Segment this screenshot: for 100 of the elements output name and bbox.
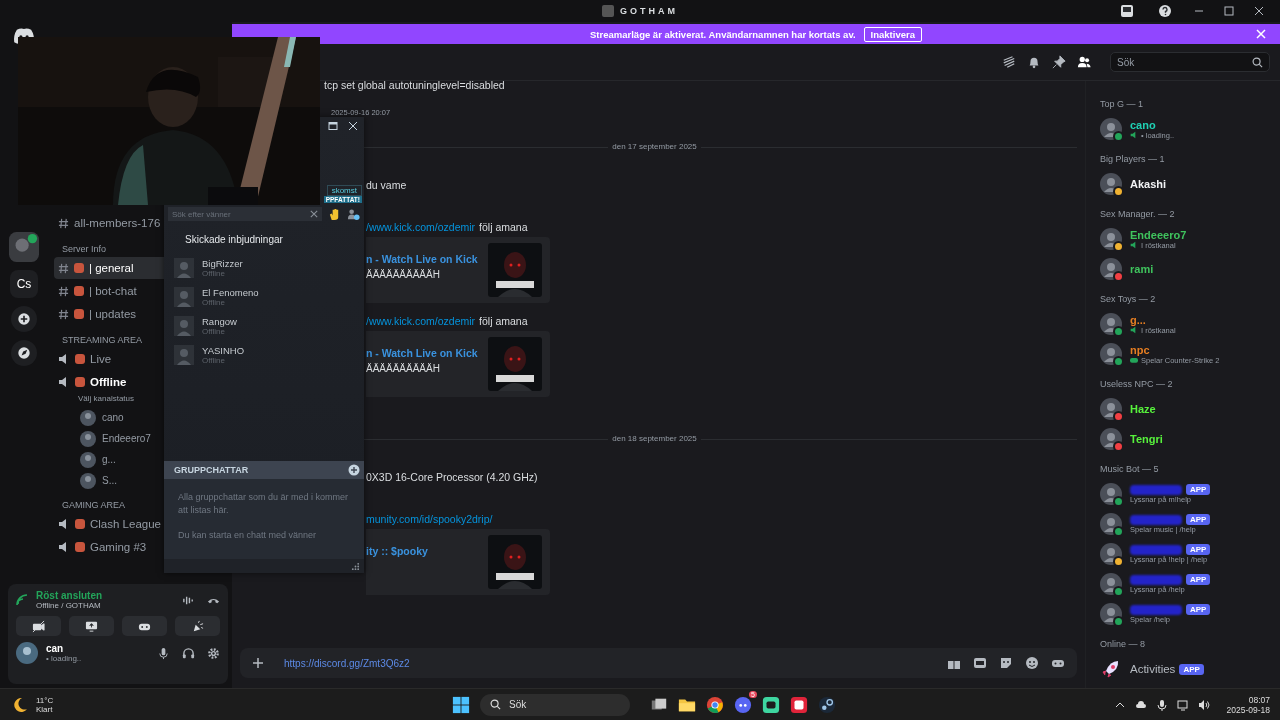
close-icon[interactable]	[1254, 6, 1264, 16]
window-title: GOTHAM	[620, 6, 678, 16]
message-link[interactable]: /www.kick.com/ozdemir	[366, 315, 476, 327]
members-icon[interactable]	[1077, 55, 1091, 69]
section-header[interactable]: Skickade inbjudningar	[164, 221, 364, 253]
voice-status[interactable]: Röst ansluten	[36, 590, 170, 601]
screen-share-icon	[85, 619, 98, 633]
member-group-header: Sex Toys — 2	[1100, 294, 1157, 304]
screen-share-button[interactable]	[69, 616, 114, 636]
signal-icon	[16, 594, 28, 606]
friend-status: Offline	[202, 297, 226, 307]
microphone-icon[interactable]	[1155, 698, 1168, 711]
speaker-icon	[1130, 131, 1138, 139]
add-friend-icon[interactable]	[347, 207, 360, 221]
embed-title-link[interactable]: n - Watch Live on Kick	[366, 253, 478, 265]
member-avatar[interactable]	[1100, 513, 1122, 535]
start-icon[interactable]	[452, 695, 470, 714]
friend-name[interactable]: Rangow	[202, 315, 237, 327]
status-snippet: skomst	[326, 185, 362, 196]
member-name[interactable]: g...	[1130, 313, 1146, 326]
compass-icon[interactable]	[11, 340, 37, 366]
speaker-icon	[1130, 326, 1138, 334]
info-text: Du kan starta en chatt med vänner	[178, 529, 318, 543]
member-name[interactable]: Haze	[1130, 403, 1156, 415]
network-icon[interactable]	[1176, 698, 1189, 711]
pin-icon[interactable]	[1052, 55, 1066, 69]
member-name[interactable]: rami	[1130, 263, 1154, 275]
help-icon[interactable]	[1158, 4, 1172, 18]
temperature[interactable]: 11°C	[36, 695, 54, 705]
user-name: can	[46, 643, 65, 654]
wave-hand-icon[interactable]	[328, 207, 341, 221]
voice-user-name[interactable]: cano	[102, 412, 124, 423]
server-avatar-icon[interactable]	[9, 232, 39, 262]
member-name[interactable]: Endeeero7	[1130, 228, 1187, 241]
add-chat-icon[interactable]	[348, 464, 360, 476]
friend-name[interactable]: El Fenomeno	[202, 286, 259, 298]
plus-icon[interactable]	[252, 657, 264, 669]
hash-icon	[58, 308, 69, 320]
gif-icon[interactable]	[973, 656, 987, 670]
voice-user-name[interactable]: S...	[102, 475, 117, 486]
clock-date[interactable]: 2025-09-18	[1226, 704, 1270, 715]
server-button[interactable]: Cs	[10, 270, 38, 298]
user-status: • loading..	[46, 654, 83, 663]
emoji-icon[interactable]	[1025, 656, 1039, 670]
embed-title-link[interactable]: n - Watch Live on Kick	[366, 347, 478, 359]
volume-icon[interactable]	[1197, 698, 1210, 711]
settings-icon[interactable]	[207, 646, 220, 660]
member-name[interactable]: Activities	[1130, 663, 1176, 675]
weather-text[interactable]: Klart	[36, 704, 54, 714]
voice-channel-item[interactable]: Offline	[54, 371, 232, 393]
friend-name[interactable]: YASINHO	[202, 344, 245, 356]
cloud-icon[interactable]	[1134, 698, 1147, 711]
member-group-header: Useless NPC — 2	[1100, 379, 1174, 389]
maximize-icon[interactable]	[328, 121, 338, 131]
banner-text: Streamarläge är aktiverat. Användarnamnen har kortats av.	[590, 28, 856, 40]
activity-button[interactable]	[122, 616, 167, 636]
taskbar-search[interactable]: Sök	[480, 693, 630, 716]
member-group-header: Online — 8	[1100, 639, 1147, 649]
camera-off-button[interactable]	[16, 616, 61, 636]
inbox-icon[interactable]	[1120, 4, 1134, 18]
user-avatar	[80, 430, 96, 447]
member-avatar[interactable]	[1100, 428, 1122, 450]
maximize-icon[interactable]	[1224, 6, 1234, 16]
message-link[interactable]: munity.com/id/spooky2drip/	[366, 513, 493, 525]
message-input[interactable]: https://discord.gg/Zmt3Q6z2	[240, 648, 1077, 678]
microphone-icon[interactable]	[157, 646, 170, 660]
moon-icon[interactable]	[12, 696, 28, 713]
sticker-icon[interactable]	[999, 656, 1013, 670]
user-avatar[interactable]	[16, 642, 38, 664]
search-icon	[1252, 56, 1263, 68]
close-icon[interactable]	[348, 121, 358, 131]
member-name[interactable]: npc	[1130, 343, 1150, 356]
app-badge: APP	[1186, 484, 1211, 495]
friend-avatar[interactable]	[174, 344, 194, 365]
app-badge: APP	[1186, 604, 1211, 615]
embed-title-link[interactable]: ity :: $pooky	[366, 545, 478, 557]
resize-grip-icon[interactable]	[351, 561, 360, 571]
clear-icon[interactable]	[310, 210, 318, 218]
threads-icon[interactable]	[1002, 55, 1016, 69]
browser-icon[interactable]	[706, 695, 724, 714]
clock-time[interactable]: 08:07	[1226, 694, 1270, 705]
voice-location[interactable]: Offline / GOTHAM	[36, 601, 170, 610]
member-group-header: Music Bot — 5	[1100, 464, 1160, 474]
message-text: 0X3D 16-Core Processor (4.20 GHz)	[366, 471, 539, 483]
member-name[interactable]: Tengri	[1130, 433, 1163, 445]
member-name[interactable]: cano	[1130, 118, 1156, 131]
group-chats-header[interactable]: GRUPPCHATTAR	[164, 461, 364, 479]
hash-icon	[58, 285, 69, 297]
soundboard-button[interactable]	[175, 616, 220, 636]
message-link[interactable]: /www.kick.com/ozdemir	[366, 221, 476, 233]
user-avatar	[80, 409, 96, 426]
member-name[interactable]: Akashi	[1130, 178, 1167, 190]
voice-user-name[interactable]: Endeeero7	[102, 433, 151, 444]
headphones-icon[interactable]	[182, 646, 195, 660]
search-field[interactable]: Sök	[1110, 52, 1270, 72]
bell-icon[interactable]	[1027, 55, 1041, 69]
deactivate-button[interactable]: Inaktivera	[863, 26, 922, 42]
chat-app-icon[interactable]	[762, 695, 780, 714]
add-server-icon[interactable]	[11, 306, 37, 332]
voice-user-name[interactable]: g...	[102, 454, 116, 465]
